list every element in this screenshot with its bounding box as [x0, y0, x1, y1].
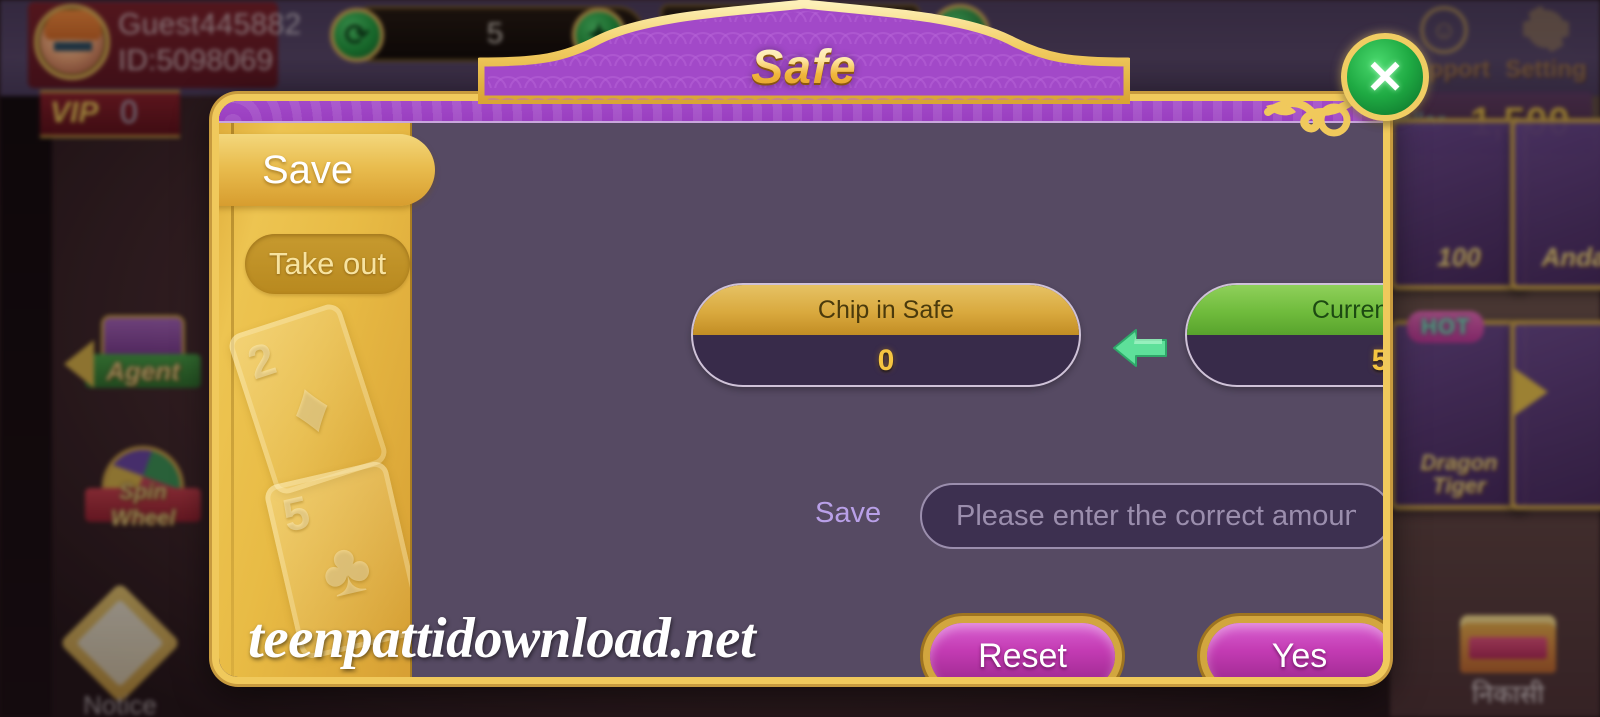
- save-form-label: Save: [815, 497, 882, 529]
- close-button[interactable]: ✕: [1341, 33, 1429, 121]
- decor-card-rank: 5: [277, 485, 315, 542]
- tab-save-label: Save: [262, 147, 354, 192]
- decor-card-suit: ♣: [312, 522, 379, 615]
- arrow-left-green-icon: [1113, 329, 1167, 367]
- tab-save[interactable]: Save: [219, 134, 435, 206]
- chip-in-safe-header: Chip in Safe: [693, 285, 1079, 335]
- current-chip-header: Current chip: [1187, 285, 1383, 335]
- decor-card-suit: ♦: [279, 361, 342, 453]
- dialog-title: Safe: [478, 40, 1130, 95]
- chip-in-safe-panel: Chip in Safe 0: [691, 283, 1081, 387]
- tab-take-out-label: Take out: [268, 246, 387, 281]
- screen: Guest445882 ID:5098069 VIP 0 5 ⟳ ✦ ☺ Sup…: [0, 0, 1600, 717]
- decor-card-rank: 2: [241, 331, 282, 390]
- current-chip-value: 5: [1371, 344, 1389, 377]
- reset-button[interactable]: Reset: [930, 623, 1115, 677]
- dialog-content: Chip in Safe 0 Current chip 5 Save Reset: [412, 123, 1383, 677]
- safe-dialog: 2 ♦ 5 ♣ Save Take out Chip in Safe 0 Cur…: [212, 94, 1390, 684]
- dialog-sidebar: 2 ♦ 5 ♣: [219, 123, 412, 677]
- sidebar-edge-line: [231, 123, 234, 677]
- amount-input[interactable]: [920, 483, 1383, 549]
- header-band-left: [219, 101, 697, 123]
- amount-input-row: Save: [412, 483, 1383, 549]
- current-chip-panel: Current chip 5: [1185, 283, 1389, 387]
- tab-take-out[interactable]: Take out: [245, 234, 410, 294]
- close-x-icon: ✕: [1365, 51, 1405, 103]
- watermark: teenpattidownload.net: [248, 607, 756, 670]
- dialog-header-banner: Safe: [478, 0, 1130, 104]
- chip-in-safe-value: 0: [877, 344, 895, 377]
- yes-button[interactable]: Yes: [1207, 623, 1383, 677]
